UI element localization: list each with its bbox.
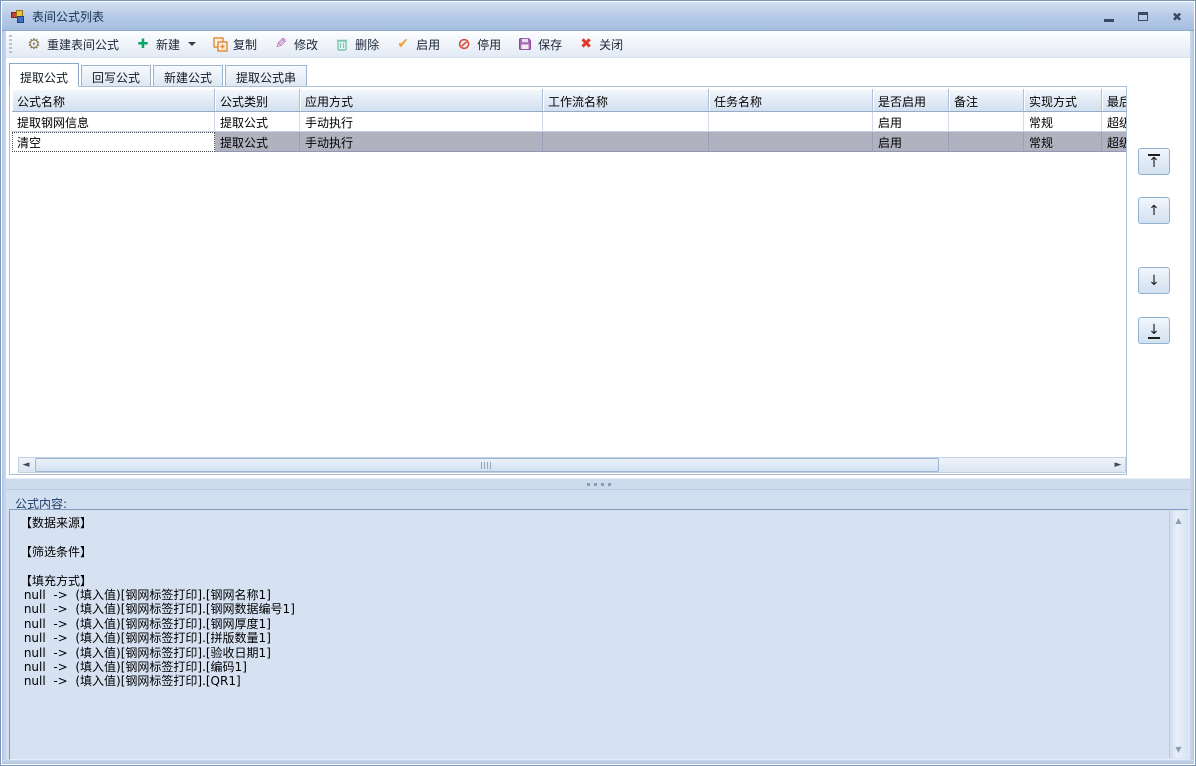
new-button[interactable]: ✚ 新建 (127, 33, 204, 56)
move-to-top-button[interactable]: ↑ (1138, 148, 1170, 175)
arrow-up-icon: ↑ (1148, 203, 1160, 219)
formula-grid: 公式名称 公式类别 应用方式 工作流名称 任务名称 是否启用 备注 实现方式 最… (12, 89, 1126, 152)
column-header-enabled[interactable]: 是否启用 (873, 89, 949, 112)
splitter-handle[interactable] (6, 478, 1192, 490)
column-header-task-name[interactable]: 任务名称 (709, 89, 873, 112)
add-icon: ✚ (135, 36, 151, 52)
scroll-left-icon[interactable]: ◄ (19, 458, 33, 472)
delete-button[interactable]: 删除 (326, 33, 387, 56)
vertical-scrollbar[interactable]: ▲ ▼ (1169, 511, 1187, 758)
focused-cell[interactable]: 清空 (12, 132, 215, 152)
app-window: 表间公式列表 ✖ ⚙ 重建表间公式 ✚ 新建 复制 (0, 0, 1196, 766)
copy-icon (212, 36, 228, 52)
formula-content-box: 【数据来源】 【筛选条件】 【填充方式】 null -> (填入值)[钢网标签打… (9, 509, 1189, 760)
formula-content-text: 【数据来源】 【筛选条件】 【填充方式】 null -> (填入值)[钢网标签打… (10, 510, 1188, 689)
tab-new-formula[interactable]: 新建公式 (153, 65, 223, 86)
close-action-button[interactable]: ✖ 关闭 (570, 33, 631, 56)
window-frame-right (1190, 31, 1194, 764)
toolbar-grip-icon (9, 35, 12, 54)
column-header-impl-method[interactable]: 实现方式 (1024, 89, 1102, 112)
block-icon: ⊘ (456, 36, 472, 52)
column-header-formula-name[interactable]: 公式名称 (12, 89, 215, 112)
tab-page: 公式名称 公式类别 应用方式 工作流名称 任务名称 是否启用 备注 实现方式 最… (9, 86, 1127, 475)
column-header-formula-category[interactable]: 公式类别 (215, 89, 300, 112)
column-header-apply-method[interactable]: 应用方式 (300, 89, 543, 112)
scroll-right-icon[interactable]: ► (1111, 458, 1125, 472)
arrow-down-to-bottom-icon: ↓ (1148, 323, 1160, 339)
arrow-up-to-top-icon: ↑ (1148, 154, 1160, 170)
pencil-icon: ✎ (273, 36, 289, 52)
move-up-button[interactable]: ↑ (1138, 197, 1170, 224)
formula-content-panel: 公式内容: 【数据来源】 【筛选条件】 【填充方式】 null -> (填入值)… (6, 490, 1192, 763)
column-header-remark[interactable]: 备注 (949, 89, 1024, 112)
scroll-up-icon[interactable]: ▲ (1170, 513, 1187, 527)
save-button[interactable]: 保存 (509, 33, 570, 56)
x-icon: ✖ (578, 36, 594, 52)
move-down-button[interactable]: ↓ (1138, 267, 1170, 294)
edit-button[interactable]: ✎ 修改 (265, 33, 326, 56)
app-icon (11, 10, 25, 23)
window-title: 表间公式列表 (32, 8, 104, 25)
table-row[interactable]: 提取钢网信息 提取公式 手动执行 启用 常规 超级 (12, 112, 1126, 132)
splitter-grip-icon (587, 483, 611, 486)
title-bar: 表间公式列表 ✖ (2, 2, 1194, 31)
tab-writeback-formula[interactable]: 回写公式 (81, 65, 151, 86)
tab-strip: 提取公式 回写公式 新建公式 提取公式串 (9, 62, 309, 86)
arrow-down-icon: ↓ (1148, 273, 1160, 289)
checkmark-icon: ✔ (395, 36, 411, 52)
rebuild-formula-button[interactable]: ⚙ 重建表间公式 (18, 33, 127, 56)
enable-button[interactable]: ✔ 启用 (387, 33, 448, 56)
maximize-button[interactable] (1134, 9, 1152, 24)
minimize-button[interactable] (1100, 9, 1118, 24)
toolbar: ⚙ 重建表间公式 ✚ 新建 复制 ✎ 修改 (6, 31, 1192, 58)
gear-icon: ⚙ (26, 36, 42, 52)
maximize-icon (1138, 12, 1148, 21)
window-frame-left (2, 31, 6, 764)
disable-button[interactable]: ⊘ 停用 (448, 33, 509, 56)
table-row-selected[interactable]: 清空 提取公式 手动执行 启用 常规 超级 (12, 132, 1126, 152)
trash-icon (334, 36, 350, 52)
window-frame-bottom (2, 760, 1194, 764)
save-icon (517, 36, 533, 52)
close-window-icon: ✖ (1172, 11, 1182, 23)
move-to-bottom-button[interactable]: ↓ (1138, 317, 1170, 344)
chevron-down-icon[interactable] (188, 42, 196, 46)
tab-extract-formula[interactable]: 提取公式 (9, 63, 79, 87)
column-header-workflow-name[interactable]: 工作流名称 (543, 89, 709, 112)
minimize-icon (1104, 19, 1114, 22)
scroll-down-icon[interactable]: ▼ (1170, 742, 1187, 756)
grid-header-row: 公式名称 公式类别 应用方式 工作流名称 任务名称 是否启用 备注 实现方式 最… (12, 89, 1126, 112)
close-button[interactable]: ✖ (1168, 9, 1186, 24)
horizontal-scrollbar[interactable]: ◄ ► (18, 457, 1126, 473)
copy-button[interactable]: 复制 (204, 33, 265, 56)
column-header-last[interactable]: 最后 (1102, 89, 1126, 112)
tab-extract-formula-string[interactable]: 提取公式串 (225, 65, 307, 86)
scrollbar-thumb[interactable] (35, 458, 939, 472)
